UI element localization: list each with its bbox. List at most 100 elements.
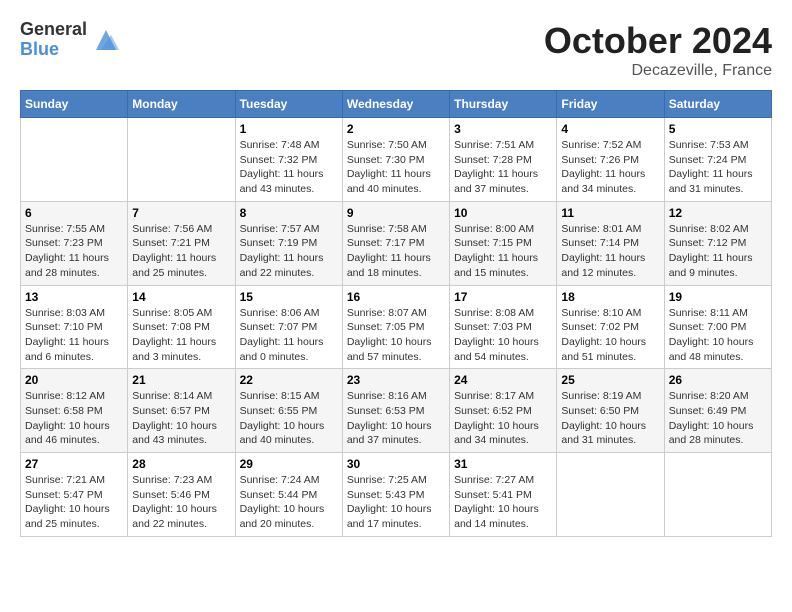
table-row: 14 Sunrise: 8:05 AMSunset: 7:08 PMDayligh… — [128, 285, 235, 369]
table-row — [128, 118, 235, 202]
table-row: 23 Sunrise: 8:16 AMSunset: 6:53 PMDayligh… — [342, 369, 449, 453]
day-info: Sunrise: 8:15 AMSunset: 6:55 PMDaylight:… — [240, 389, 338, 448]
day-number: 9 — [347, 206, 445, 220]
location: Decazeville, France — [544, 62, 772, 80]
table-row: 30 Sunrise: 7:25 AMSunset: 5:43 PMDayligh… — [342, 453, 449, 537]
day-info: Sunrise: 7:27 AMSunset: 5:41 PMDaylight:… — [454, 473, 552, 532]
table-row: 18 Sunrise: 8:10 AMSunset: 7:02 PMDayligh… — [557, 285, 664, 369]
day-info: Sunrise: 8:01 AMSunset: 7:14 PMDaylight:… — [561, 222, 659, 281]
col-wednesday: Wednesday — [342, 91, 449, 118]
table-row: 1Sunrise: 7:48 AMSunset: 7:32 PMDaylight… — [235, 118, 342, 202]
table-row: 26Sunrise: 8:20 AMSunset: 6:49 PMDayligh… — [664, 369, 771, 453]
day-info: Sunrise: 7:51 AMSunset: 7:28 PMDaylight:… — [454, 138, 552, 197]
day-number: 3 — [454, 122, 552, 136]
logo-icon — [91, 25, 121, 55]
col-friday: Friday — [557, 91, 664, 118]
table-row: 22Sunrise: 8:15 AMSunset: 6:55 PMDayligh… — [235, 369, 342, 453]
col-monday: Monday — [128, 91, 235, 118]
calendar-week-row: 20Sunrise: 8:12 AMSunset: 6:58 PMDayligh… — [21, 369, 772, 453]
table-row: 5 Sunrise: 7:53 AMSunset: 7:24 PMDaylight… — [664, 118, 771, 202]
table-row: 8 Sunrise: 7:57 AMSunset: 7:19 PMDaylight… — [235, 201, 342, 285]
day-number: 12 — [669, 206, 767, 220]
day-info: Sunrise: 8:11 AMSunset: 7:00 PMDaylight:… — [669, 306, 767, 365]
table-row: 9 Sunrise: 7:58 AMSunset: 7:17 PMDaylight… — [342, 201, 449, 285]
day-info: Sunrise: 7:48 AMSunset: 7:32 PMDaylight:… — [240, 138, 338, 197]
month-title: October 2024 — [544, 20, 772, 62]
day-number: 18 — [561, 290, 659, 304]
day-info: Sunrise: 7:55 AMSunset: 7:23 PMDaylight:… — [25, 222, 123, 281]
table-row: 29Sunrise: 7:24 AMSunset: 5:44 PMDayligh… — [235, 453, 342, 537]
day-info: Sunrise: 8:06 AMSunset: 7:07 PMDaylight:… — [240, 306, 338, 365]
table-row: 25 Sunrise: 8:19 AMSunset: 6:50 PMDayligh… — [557, 369, 664, 453]
day-info: Sunrise: 7:58 AMSunset: 7:17 PMDaylight:… — [347, 222, 445, 281]
table-row — [21, 118, 128, 202]
day-number: 29 — [240, 457, 338, 471]
day-info: Sunrise: 8:05 AMSunset: 7:08 PMDaylight:… — [132, 306, 230, 365]
day-number: 25 — [561, 373, 659, 387]
day-number: 28 — [132, 457, 230, 471]
table-row: 20Sunrise: 8:12 AMSunset: 6:58 PMDayligh… — [21, 369, 128, 453]
day-number: 10 — [454, 206, 552, 220]
day-info: Sunrise: 7:21 AMSunset: 5:47 PMDaylight:… — [25, 473, 123, 532]
day-info: Sunrise: 7:53 AMSunset: 7:24 PMDaylight:… — [669, 138, 767, 197]
day-info: Sunrise: 7:56 AMSunset: 7:21 PMDaylight:… — [132, 222, 230, 281]
title-section: October 2024 Decazeville, France — [544, 20, 772, 80]
day-info: Sunrise: 8:17 AMSunset: 6:52 PMDaylight:… — [454, 389, 552, 448]
day-number: 19 — [669, 290, 767, 304]
day-number: 23 — [347, 373, 445, 387]
day-number: 5 — [669, 122, 767, 136]
table-row: 31 Sunrise: 7:27 AMSunset: 5:41 PMDayligh… — [450, 453, 557, 537]
calendar-week-row: 6 Sunrise: 7:55 AMSunset: 7:23 PMDaylight… — [21, 201, 772, 285]
day-number: 16 — [347, 290, 445, 304]
day-number: 4 — [561, 122, 659, 136]
calendar-header-row: Sunday Monday Tuesday Wednesday Thursday… — [21, 91, 772, 118]
day-number: 30 — [347, 457, 445, 471]
day-info: Sunrise: 8:19 AMSunset: 6:50 PMDaylight:… — [561, 389, 659, 448]
day-info: Sunrise: 8:00 AMSunset: 7:15 PMDaylight:… — [454, 222, 552, 281]
logo: General Blue — [20, 20, 121, 60]
table-row: 15 Sunrise: 8:06 AMSunset: 7:07 PMDayligh… — [235, 285, 342, 369]
table-row: 21Sunrise: 8:14 AMSunset: 6:57 PMDayligh… — [128, 369, 235, 453]
day-number: 2 — [347, 122, 445, 136]
day-number: 11 — [561, 206, 659, 220]
table-row: 10 Sunrise: 8:00 AMSunset: 7:15 PMDayligh… — [450, 201, 557, 285]
day-info: Sunrise: 7:57 AMSunset: 7:19 PMDaylight:… — [240, 222, 338, 281]
day-info: Sunrise: 8:10 AMSunset: 7:02 PMDaylight:… — [561, 306, 659, 365]
day-number: 6 — [25, 206, 123, 220]
calendar-week-row: 1Sunrise: 7:48 AMSunset: 7:32 PMDaylight… — [21, 118, 772, 202]
day-number: 17 — [454, 290, 552, 304]
day-info: Sunrise: 8:16 AMSunset: 6:53 PMDaylight:… — [347, 389, 445, 448]
day-info: Sunrise: 8:12 AMSunset: 6:58 PMDaylight:… — [25, 389, 123, 448]
table-row: 24 Sunrise: 8:17 AMSunset: 6:52 PMDayligh… — [450, 369, 557, 453]
table-row — [557, 453, 664, 537]
col-sunday: Sunday — [21, 91, 128, 118]
day-info: Sunrise: 8:03 AMSunset: 7:10 PMDaylight:… — [25, 306, 123, 365]
day-info: Sunrise: 8:07 AMSunset: 7:05 PMDaylight:… — [347, 306, 445, 365]
day-info: Sunrise: 7:52 AMSunset: 7:26 PMDaylight:… — [561, 138, 659, 197]
table-row: 11 Sunrise: 8:01 AMSunset: 7:14 PMDayligh… — [557, 201, 664, 285]
day-number: 24 — [454, 373, 552, 387]
day-number: 14 — [132, 290, 230, 304]
day-info: Sunrise: 8:08 AMSunset: 7:03 PMDaylight:… — [454, 306, 552, 365]
table-row: 7Sunrise: 7:56 AMSunset: 7:21 PMDaylight… — [128, 201, 235, 285]
day-number: 31 — [454, 457, 552, 471]
table-row: 27Sunrise: 7:21 AMSunset: 5:47 PMDayligh… — [21, 453, 128, 537]
page-header: General Blue October 2024 Decazeville, F… — [20, 20, 772, 80]
table-row: 6 Sunrise: 7:55 AMSunset: 7:23 PMDaylight… — [21, 201, 128, 285]
day-info: Sunrise: 8:02 AMSunset: 7:12 PMDaylight:… — [669, 222, 767, 281]
day-info: Sunrise: 7:50 AMSunset: 7:30 PMDaylight:… — [347, 138, 445, 197]
logo-blue-text: Blue — [20, 40, 87, 60]
table-row: 2 Sunrise: 7:50 AMSunset: 7:30 PMDaylight… — [342, 118, 449, 202]
col-saturday: Saturday — [664, 91, 771, 118]
day-number: 21 — [132, 373, 230, 387]
table-row: 3 Sunrise: 7:51 AMSunset: 7:28 PMDaylight… — [450, 118, 557, 202]
calendar-week-row: 27Sunrise: 7:21 AMSunset: 5:47 PMDayligh… — [21, 453, 772, 537]
day-number: 8 — [240, 206, 338, 220]
table-row — [664, 453, 771, 537]
day-info: Sunrise: 8:20 AMSunset: 6:49 PMDaylight:… — [669, 389, 767, 448]
day-number: 15 — [240, 290, 338, 304]
day-info: Sunrise: 7:25 AMSunset: 5:43 PMDaylight:… — [347, 473, 445, 532]
table-row: 13Sunrise: 8:03 AMSunset: 7:10 PMDayligh… — [21, 285, 128, 369]
logo-general-text: General — [20, 20, 87, 40]
table-row: 28Sunrise: 7:23 AMSunset: 5:46 PMDayligh… — [128, 453, 235, 537]
